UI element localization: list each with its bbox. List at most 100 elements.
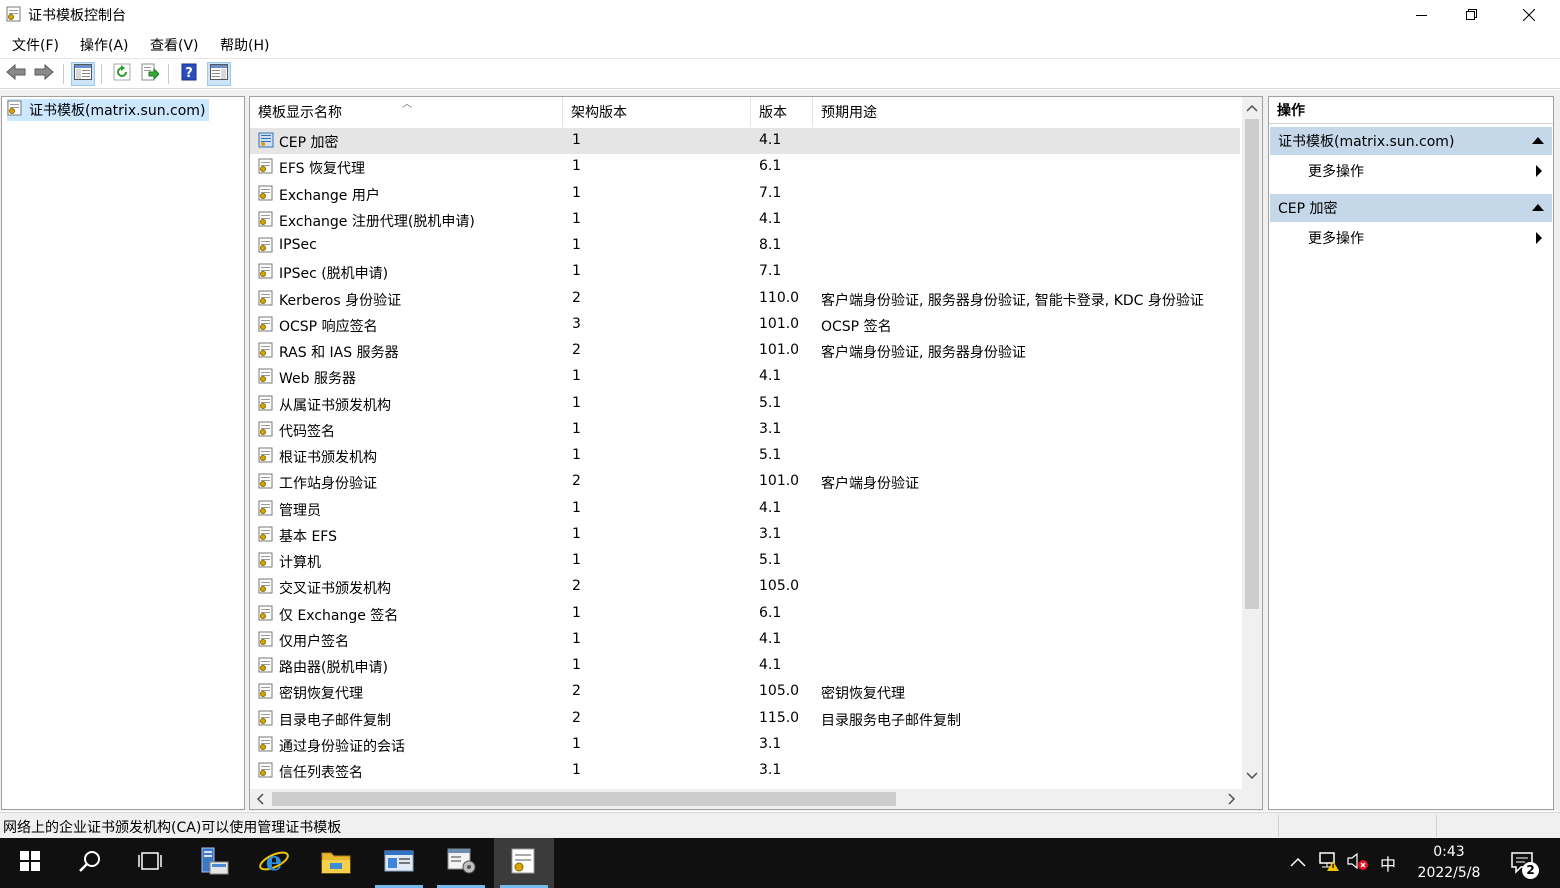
table-row[interactable]: 管理员 1 4.1: [250, 496, 1240, 522]
schema-version-cell: 1: [572, 263, 581, 280]
table-row[interactable]: 工作站身份验证 2 101.0 客户端身份验证: [250, 469, 1240, 495]
schema-version-cell: 2: [572, 578, 581, 595]
table-row[interactable]: Exchange 注册代理(脱机申请) 1 4.1: [250, 207, 1240, 233]
table-row[interactable]: 通过身份验证的会话 1 3.1: [250, 732, 1240, 758]
export-list-button[interactable]: [138, 62, 162, 86]
show-hidden-icons-button[interactable]: [1286, 838, 1310, 888]
table-row[interactable]: 从属证书颁发机构 1 5.1: [250, 391, 1240, 417]
horizontal-scroll-thumb[interactable]: [272, 792, 896, 806]
scroll-right-arrow-icon[interactable]: [1227, 793, 1237, 809]
menu-view[interactable]: 查看(V): [150, 35, 199, 55]
table-row[interactable]: 密钥恢复代理 2 105.0 密钥恢复代理: [250, 679, 1240, 705]
table-row[interactable]: 仅用户签名 1 4.1: [250, 627, 1240, 653]
schema-version-cell: 1: [572, 552, 581, 568]
help-button[interactable]: ?: [177, 62, 201, 86]
schema-version-cell: 1: [572, 184, 581, 201]
table-row[interactable]: 信任列表签名 1 3.1: [250, 758, 1240, 784]
taskbar-certificate-templates-console[interactable]: [494, 838, 554, 888]
table-row[interactable]: 计算机 1 5.1: [250, 548, 1240, 574]
actions-pane: 操作 证书模板(matrix.sun.com) 更多操作 CEP 加密 更多操作: [1268, 96, 1554, 810]
back-button[interactable]: [4, 62, 28, 86]
vertical-scroll-thumb[interactable]: [1245, 119, 1259, 609]
version-cell: 5.1: [759, 552, 782, 568]
tree-item-certificate-templates[interactable]: 证书模板(matrix.sun.com): [7, 99, 210, 121]
action-more-actions[interactable]: 更多操作: [1270, 224, 1552, 252]
scroll-up-arrow-icon[interactable]: [1246, 101, 1258, 117]
horizontal-scrollbar[interactable]: [250, 789, 1242, 809]
certificate-template-icon: [258, 473, 274, 489]
vertical-scrollbar[interactable]: [1242, 97, 1262, 789]
collapse-triangle-icon[interactable]: [1532, 137, 1544, 144]
template-name-cell: 工作站身份验证: [279, 476, 377, 493]
taskbar-mmc-console[interactable]: [431, 838, 491, 888]
version-cell: 101.0: [759, 315, 800, 332]
collapse-triangle-icon[interactable]: [1532, 204, 1544, 211]
action-more-actions[interactable]: 更多操作: [1270, 157, 1552, 185]
table-row[interactable]: 目录电子邮件复制 2 115.0 目录服务电子邮件复制: [250, 706, 1240, 732]
forward-button[interactable]: [32, 62, 56, 86]
certificate-template-icon: [258, 762, 274, 778]
table-row[interactable]: Kerberos 身份验证 2 110.0 客户端身份验证, 服务器身份验证, 智能卡…: [250, 286, 1240, 312]
table-row[interactable]: 根证书颁发机构 1 5.1: [250, 443, 1240, 469]
table-row[interactable]: 仅 Exchange 签名 1 6.1: [250, 601, 1240, 627]
network-status-button[interactable]: [1314, 838, 1342, 888]
column-header-intended-purposes[interactable]: 预期用途: [813, 97, 1243, 127]
table-row[interactable]: OCSP 响应签名 3 101.0 OCSP 签名: [250, 312, 1240, 338]
version-cell: 6.1: [759, 604, 782, 621]
show-hide-action-pane-button[interactable]: [207, 62, 231, 86]
version-cell: 110.0: [759, 289, 800, 306]
schema-version-cell: 1: [572, 604, 581, 621]
table-row[interactable]: EFS 恢复代理 1 6.1: [250, 154, 1240, 180]
maximize-button[interactable]: [1443, 0, 1501, 30]
table-row[interactable]: IPSec 1 8.1: [250, 233, 1240, 259]
template-list-view: 模板显示名称 ︿ 架构版本 版本 预期用途 CEP 加密 1 4.1 EFS 恢复代理…: [249, 96, 1263, 810]
close-button[interactable]: [1500, 0, 1558, 30]
task-view-button[interactable]: [120, 838, 180, 888]
schema-version-cell: 1: [572, 762, 581, 778]
task-view-icon: [138, 851, 162, 875]
table-row[interactable]: 交叉证书颁发机构 2 105.0: [250, 574, 1240, 600]
schema-version-cell: 1: [572, 630, 581, 647]
volume-button[interactable]: [1344, 838, 1372, 888]
action-section-cep-encryption[interactable]: CEP 加密: [1270, 194, 1552, 222]
taskbar-certification-authority[interactable]: [369, 838, 429, 888]
table-row[interactable]: Exchange 用户 1 7.1: [250, 181, 1240, 207]
taskbar-server-manager[interactable]: [184, 838, 244, 888]
action-center-button[interactable]: 2: [1500, 838, 1546, 888]
taskbar-file-explorer[interactable]: [306, 838, 366, 888]
search-button[interactable]: [60, 838, 120, 888]
clock[interactable]: 0:43 2022/5/8: [1404, 842, 1494, 884]
certificate-template-icon: [258, 211, 274, 227]
taskbar-internet-explorer[interactable]: e: [244, 838, 304, 888]
menu-action[interactable]: 操作(A): [80, 35, 129, 55]
show-hide-console-tree-button[interactable]: [71, 62, 95, 86]
intended-purpose-cell: 客户端身份验证: [821, 476, 919, 493]
table-row[interactable]: IPSec (脱机申请) 1 7.1: [250, 259, 1240, 285]
sort-ascending-icon: ︿: [402, 99, 412, 110]
export-list-icon: [141, 63, 160, 85]
certificate-template-icon: [6, 6, 22, 22]
menu-help[interactable]: 帮助(H): [220, 35, 269, 55]
certificate-template-icon: [258, 421, 274, 437]
start-button[interactable]: [0, 838, 60, 888]
action-section-certificate-templates[interactable]: 证书模板(matrix.sun.com): [1270, 127, 1552, 155]
column-header-schema-version[interactable]: 架构版本: [563, 97, 751, 127]
column-header-template-name[interactable]: 模板显示名称 ︿: [250, 97, 563, 127]
menu-file[interactable]: 文件(F): [12, 35, 59, 55]
table-row[interactable]: RAS 和 IAS 服务器 2 101.0 客户端身份验证, 服务器身份验证: [250, 338, 1240, 364]
scroll-left-arrow-icon[interactable]: [255, 793, 265, 809]
table-row[interactable]: Web 服务器 1 4.1: [250, 364, 1240, 390]
scroll-down-arrow-icon[interactable]: [1246, 769, 1258, 785]
ime-indicator[interactable]: 中: [1374, 838, 1402, 888]
svg-text:e: e: [266, 847, 283, 877]
table-row[interactable]: 代码签名 1 3.1: [250, 417, 1240, 443]
table-row[interactable]: CEP 加密 1 4.1: [250, 128, 1240, 154]
column-header-version[interactable]: 版本: [751, 97, 813, 127]
template-name-cell: OCSP 响应签名: [279, 318, 378, 335]
refresh-button[interactable]: [110, 62, 134, 86]
table-row[interactable]: 基本 EFS 1 3.1: [250, 522, 1240, 548]
help-icon: ?: [180, 63, 198, 85]
table-row[interactable]: 路由器(脱机申请) 1 4.1: [250, 653, 1240, 679]
version-cell: 5.1: [759, 394, 782, 411]
intended-purpose-cell: 目录服务电子邮件复制: [821, 712, 961, 729]
